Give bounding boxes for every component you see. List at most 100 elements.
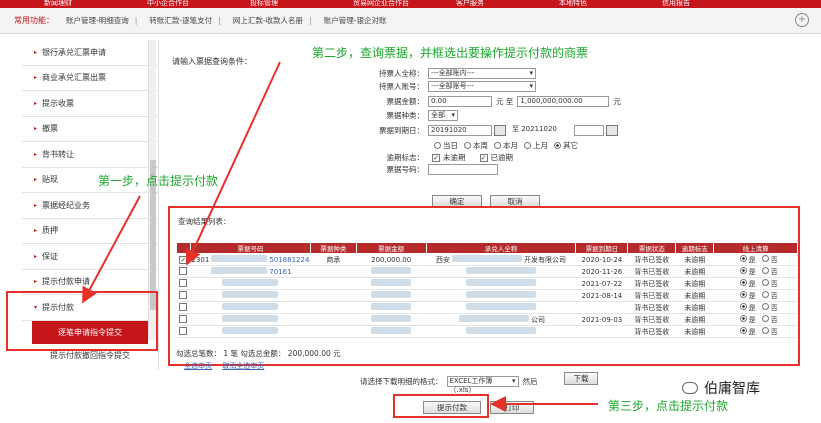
- cell-clearing[interactable]: 是否: [713, 253, 798, 266]
- row-checkbox[interactable]: ✓: [179, 255, 188, 264]
- cell-kind: [310, 289, 357, 302]
- table-row[interactable]: 2021-07-22 背书已签收 未逾期是否: [176, 277, 798, 290]
- cell-select[interactable]: [176, 313, 191, 326]
- cell-select[interactable]: [176, 325, 191, 338]
- radio-other[interactable]: [554, 142, 561, 149]
- row-checkbox[interactable]: [179, 326, 188, 335]
- top-nav-item[interactable]: 投标管理: [206, 0, 309, 8]
- row-checkbox[interactable]: [179, 302, 188, 311]
- clear-yes-radio[interactable]: [739, 302, 747, 310]
- clear-no-radio[interactable]: [761, 278, 769, 286]
- calendar-icon[interactable]: [606, 125, 618, 136]
- cell-select[interactable]: [176, 301, 191, 314]
- clear-no-radio[interactable]: [761, 302, 769, 310]
- cell-select[interactable]: [176, 289, 191, 302]
- clear-yes-radio[interactable]: [739, 290, 747, 298]
- unselect-all-link[interactable]: 取消全选本页: [222, 362, 264, 370]
- sidebar-item[interactable]: ▸ 质押: [22, 219, 158, 244]
- table-row[interactable]: 2021-08-14 背书已签收 未逾期是否: [176, 289, 798, 302]
- cell-bill-no: 2301 501881224: [190, 253, 311, 266]
- chevron-down-icon: ▾: [451, 111, 455, 119]
- bill-type-select[interactable]: 全部 ▾: [428, 110, 458, 121]
- table-row[interactable]: 背书已签收 未逾期是否: [176, 325, 798, 338]
- sidebar-item-label: 提示付款申请: [42, 277, 91, 287]
- radio-week[interactable]: [464, 142, 471, 149]
- row-checkbox[interactable]: [179, 314, 188, 323]
- top-nav-item[interactable]: 中小企合作台: [103, 0, 206, 8]
- top-nav-item[interactable]: 新闻理财: [0, 0, 103, 8]
- row-checkbox[interactable]: [179, 290, 188, 299]
- sidebar-item[interactable]: ▸ 背书转让: [22, 142, 158, 168]
- clear-no-radio[interactable]: [761, 326, 769, 334]
- expired-checkbox[interactable]: ✓: [479, 153, 488, 162]
- holder-acct-select[interactable]: ---全部账号--- ▾: [428, 81, 536, 92]
- sidebar-item[interactable]: ▸ 提示收票: [22, 91, 158, 117]
- sidebar-item[interactable]: ▸ 票据经纪业务: [22, 193, 158, 219]
- arrow-icon: ▸: [34, 201, 38, 209]
- wechat-icon: [682, 382, 698, 394]
- radio-today[interactable]: [434, 142, 441, 149]
- radio-month[interactable]: [494, 142, 501, 149]
- due-to-input[interactable]: 至 20211020: [510, 125, 572, 136]
- shortcut-item[interactable]: 转账汇款-逐笔支付: [149, 15, 212, 26]
- calendar-icon[interactable]: [494, 125, 506, 136]
- sidebar-item[interactable]: ▸ 商业承兑汇票出票: [22, 66, 158, 91]
- clear-yes-radio[interactable]: [739, 266, 747, 274]
- cell-clearing[interactable]: 是否: [713, 277, 798, 290]
- clear-no-radio[interactable]: [761, 254, 769, 262]
- clear-no-radio[interactable]: [761, 266, 769, 274]
- not-expired-checkbox[interactable]: ✓: [432, 153, 440, 162]
- row-checkbox[interactable]: [179, 278, 188, 287]
- cell-clearing[interactable]: 是否: [713, 265, 798, 278]
- cell-clearing[interactable]: 是否: [713, 313, 798, 326]
- column-header: 票据号码: [189, 242, 311, 254]
- amount-to-input[interactable]: 1,000,000,000.00: [517, 96, 610, 107]
- sidebar-item[interactable]: ▸ 保证: [22, 244, 158, 270]
- cell-acceptor: 公司: [426, 313, 576, 326]
- shortcut-item[interactable]: 网上汇款-收款人名册: [233, 15, 303, 26]
- cell-select[interactable]: ✓: [176, 253, 191, 266]
- top-nav-item[interactable]: 客户服务: [412, 0, 515, 8]
- bill-no-input[interactable]: [428, 164, 498, 175]
- export-format-select[interactable]: EXCEL工作簿（.xls） ▾: [446, 376, 519, 394]
- cell-kind: [310, 313, 357, 326]
- note-step1: 第一步，点击提示付款: [98, 174, 219, 188]
- table-row[interactable]: 70161 2020-11-26 背书已签收 未逾期是否: [176, 265, 798, 278]
- top-nav-item[interactable]: 贸易网企业合作台: [309, 0, 412, 8]
- sidebar-item[interactable]: ▸ 银行承兑汇票申请: [22, 40, 158, 66]
- table-row[interactable]: 公司 2021-09-03 背书已签收 未逾期是否: [176, 313, 798, 326]
- table-row[interactable]: 背书已签收 未逾期是否: [176, 301, 798, 314]
- cell-select[interactable]: [176, 265, 191, 278]
- cell-clearing[interactable]: 是否: [713, 301, 798, 314]
- arrow-icon: ▸: [34, 176, 38, 184]
- top-nav: 新闻理财 中小企合作台 投标管理 贸易网企业合作台 客户服务 本地特色 信用报告: [0, 0, 821, 8]
- select-all-link[interactable]: 全选本页: [184, 362, 212, 370]
- clear-yes-radio[interactable]: [739, 326, 747, 334]
- top-nav-item[interactable]: 本地特色: [515, 0, 618, 8]
- shortcut-item[interactable]: 账户管理-银企对账: [324, 15, 387, 26]
- print-button[interactable]: 打印: [490, 401, 534, 414]
- table-row[interactable]: ✓ 2301 501881224 商承 200,000.00 西安 开发有限公司 2020-1…: [176, 253, 798, 266]
- note-step3: 第三步，点击提示付款: [608, 399, 729, 413]
- sidebar-item-label: 保证: [42, 251, 59, 261]
- amount-from-input[interactable]: 0.00: [428, 96, 492, 107]
- cell-select[interactable]: [176, 277, 191, 290]
- clear-no-radio[interactable]: [761, 290, 769, 298]
- add-shortcut-icon[interactable]: +: [795, 13, 809, 27]
- clear-yes-radio[interactable]: [739, 254, 747, 262]
- cell-clearing[interactable]: 是否: [713, 325, 798, 338]
- top-nav-item[interactable]: 信用报告: [618, 0, 721, 8]
- row-holder-acct: 持票人账号： ---全部账号--- ▾: [364, 81, 536, 92]
- holder-name-select[interactable]: ---全部账内--- ▾: [428, 68, 536, 79]
- sidebar-item[interactable]: ▸ 撤票: [22, 117, 158, 142]
- due-from-input[interactable]: 20191020: [428, 125, 492, 136]
- clear-yes-radio[interactable]: [739, 278, 747, 286]
- cell-kind: 商承: [310, 253, 357, 266]
- radio-last-month[interactable]: [524, 142, 531, 149]
- shortcut-item[interactable]: 账户管理-明细查询: [66, 15, 129, 26]
- clear-no-radio[interactable]: [761, 314, 769, 322]
- row-checkbox[interactable]: [179, 266, 188, 275]
- download-button[interactable]: 下载: [564, 372, 598, 385]
- clear-yes-radio[interactable]: [739, 314, 747, 322]
- cell-clearing[interactable]: 是否: [713, 289, 798, 302]
